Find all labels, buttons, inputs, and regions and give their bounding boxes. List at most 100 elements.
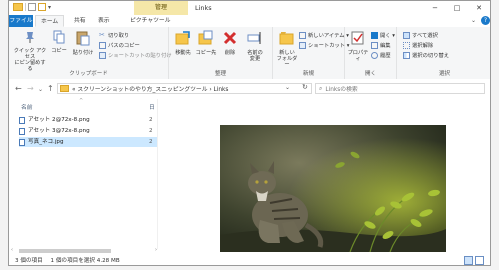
column-header-name[interactable]: 名前 <box>21 102 33 111</box>
invert-selection-icon <box>403 51 410 59</box>
sort-chevron-icon: ^ <box>79 98 84 104</box>
ribbon: クイック アクセス にピン留めする コピー 貼り付け ✂ 切り取り パスのコピー… <box>9 27 490 80</box>
title-bar: ▾ 管理 Links − □ ✕ <box>9 1 490 15</box>
pin-to-quick-access-button[interactable]: クイック アクセス にピン留めする <box>13 30 47 72</box>
select-all-button[interactable]: すべて選択 <box>403 31 438 39</box>
copy-icon <box>53 30 65 44</box>
cut-button[interactable]: ✂ 切り取り <box>99 31 129 39</box>
selection-info: 1 個の項目を選択 4.28 MB <box>50 258 120 264</box>
column-header-date[interactable]: 日 <box>149 102 155 111</box>
copy-to-button[interactable]: コピー先 <box>195 30 217 56</box>
folder-icon <box>60 85 69 92</box>
open-button[interactable]: 開く ▾ <box>371 31 395 39</box>
invert-selection-button[interactable]: 選択の切り替え <box>403 51 449 59</box>
edit-label: 編集 <box>380 43 391 49</box>
history-label: 履歴 <box>380 53 391 59</box>
large-icons-view-icon[interactable] <box>475 256 484 265</box>
rename-label: 名前の 変更 <box>247 50 263 62</box>
chevron-down-icon[interactable]: ⌄ <box>471 17 476 24</box>
tab-share[interactable]: 共有 <box>69 15 91 27</box>
minimize-button[interactable]: − <box>424 1 446 15</box>
help-icon[interactable]: ? <box>481 16 490 25</box>
move-to-label: 移動先 <box>175 50 191 56</box>
list-item[interactable]: アセット 3@72x-8.png 2 <box>19 126 157 136</box>
address-dropdown-icon[interactable]: ⌄ <box>285 84 290 91</box>
window-title: Links <box>195 4 212 12</box>
refresh-icon[interactable]: ↻ <box>302 83 308 91</box>
properties-button[interactable]: プロパティ <box>347 30 369 62</box>
new-folder-button[interactable]: 新しい フォルダー <box>275 30 299 68</box>
tab-picture-tools[interactable]: ピクチャツール <box>125 15 176 27</box>
recent-dropdown-icon[interactable]: ⌄ <box>38 86 43 93</box>
tab-file[interactable]: ファイル <box>9 15 33 27</box>
cat-photo-image <box>220 125 446 252</box>
cat-photo-preview <box>220 125 446 252</box>
new-folder-label: 新しい フォルダー <box>276 50 298 68</box>
delete-x-icon <box>223 31 237 45</box>
rename-button[interactable]: 名前の 変更 <box>243 30 267 62</box>
properties-check-icon <box>351 31 364 45</box>
select-none-label: 選択解除 <box>412 43 434 49</box>
copy-path-label: パスのコピー <box>108 43 140 49</box>
copy-path-button[interactable]: パスのコピー <box>99 41 140 49</box>
properties-label: プロパティ <box>347 50 369 62</box>
tab-view[interactable]: 表示 <box>93 15 115 27</box>
move-to-button[interactable]: 移動先 <box>173 30 193 56</box>
list-item[interactable]: アセット 2@72x-8.png 2 <box>19 115 157 125</box>
scissors-icon: ✂ <box>99 30 105 39</box>
tab-home[interactable]: ホーム <box>35 15 65 27</box>
forward-arrow-icon[interactable]: → <box>27 84 34 93</box>
shortcut-label: ショートカット ▾ <box>308 43 350 49</box>
maximize-button[interactable]: □ <box>446 1 468 15</box>
list-item-selected[interactable]: 写真_ネコ.jpg 2 <box>19 137 157 147</box>
horizontal-scrollbar[interactable]: ‹ › <box>11 247 157 254</box>
history-button[interactable]: 履歴 <box>371 51 391 59</box>
cut-label: 切り取り <box>108 33 130 39</box>
quick-access-toolbar: ▾ <box>13 3 51 11</box>
new-item-label: 新しいアイテム ▾ <box>308 33 349 39</box>
easy-access-icon <box>299 41 306 49</box>
delete-button[interactable]: 削除 <box>221 30 239 56</box>
edit-button[interactable]: 編集 <box>371 41 391 49</box>
rename-icon <box>247 32 261 44</box>
breadcrumb[interactable]: « スクリーンショットのやり方_スニッピングツール › Links <box>72 84 228 93</box>
easy-access-button[interactable]: ショートカット ▾ <box>299 41 349 49</box>
scrollbar-thumb[interactable] <box>19 249 111 253</box>
group-organize: 移動先 コピー先 削除 名前の 変更 整理 <box>169 27 273 79</box>
group-label-new: 新規 <box>302 71 314 77</box>
manage-context-tab[interactable]: 管理 <box>134 1 188 15</box>
paste-shortcut-button[interactable]: ショートカットの貼り付け <box>99 51 172 59</box>
copy-button[interactable]: コピー <box>49 30 69 54</box>
search-icon: ⌕ <box>319 84 323 92</box>
png-file-icon <box>19 127 25 135</box>
group-label-organize: 整理 <box>214 71 226 77</box>
scroll-left-icon[interactable]: ‹ <box>11 247 13 253</box>
png-file-icon <box>19 116 25 124</box>
close-button[interactable]: ✕ <box>468 1 490 15</box>
file-name: アセット 2@72x-8.png <box>28 117 90 123</box>
explorer-window: ▾ 管理 Links − □ ✕ ファイル ホーム 共有 表示 ピクチャツール … <box>8 0 491 266</box>
up-arrow-icon[interactable]: ↑ <box>47 84 54 93</box>
file-name: 写真_ネコ.jpg <box>28 139 64 145</box>
back-arrow-icon[interactable]: ← <box>15 84 22 93</box>
file-name: アセット 3@72x-8.png <box>28 128 90 134</box>
address-bar[interactable]: « スクリーンショットのやり方_スニッピングツール › Links <box>57 83 312 94</box>
select-none-icon <box>403 41 410 49</box>
preview-pane <box>157 99 490 252</box>
pin-icon <box>26 32 34 43</box>
new-item-button[interactable]: 新しいアイテム ▾ <box>299 31 349 39</box>
new-folder-quick-icon[interactable] <box>38 3 46 11</box>
group-label-clipboard: クリップボード <box>69 71 108 77</box>
chevron-down-icon[interactable]: ▾ <box>48 4 51 11</box>
history-icon <box>371 51 378 59</box>
group-label-select: 選択 <box>438 71 450 77</box>
group-select: すべて選択 選択解除 選択の切り替え 選択 <box>397 27 490 79</box>
search-input[interactable]: ⌕ Linksの検索 <box>315 83 485 94</box>
details-view-icon[interactable] <box>464 256 473 265</box>
select-none-button[interactable]: 選択解除 <box>403 41 433 49</box>
file-list: 名前 ^ 日 アセット 2@72x-8.png 2 アセット 3@72x-8.p… <box>9 98 157 249</box>
select-all-label: すべて選択 <box>412 33 438 39</box>
folder-icon <box>13 3 23 11</box>
properties-quick-icon[interactable] <box>28 3 36 11</box>
paste-button[interactable]: 貼り付け <box>71 30 95 56</box>
